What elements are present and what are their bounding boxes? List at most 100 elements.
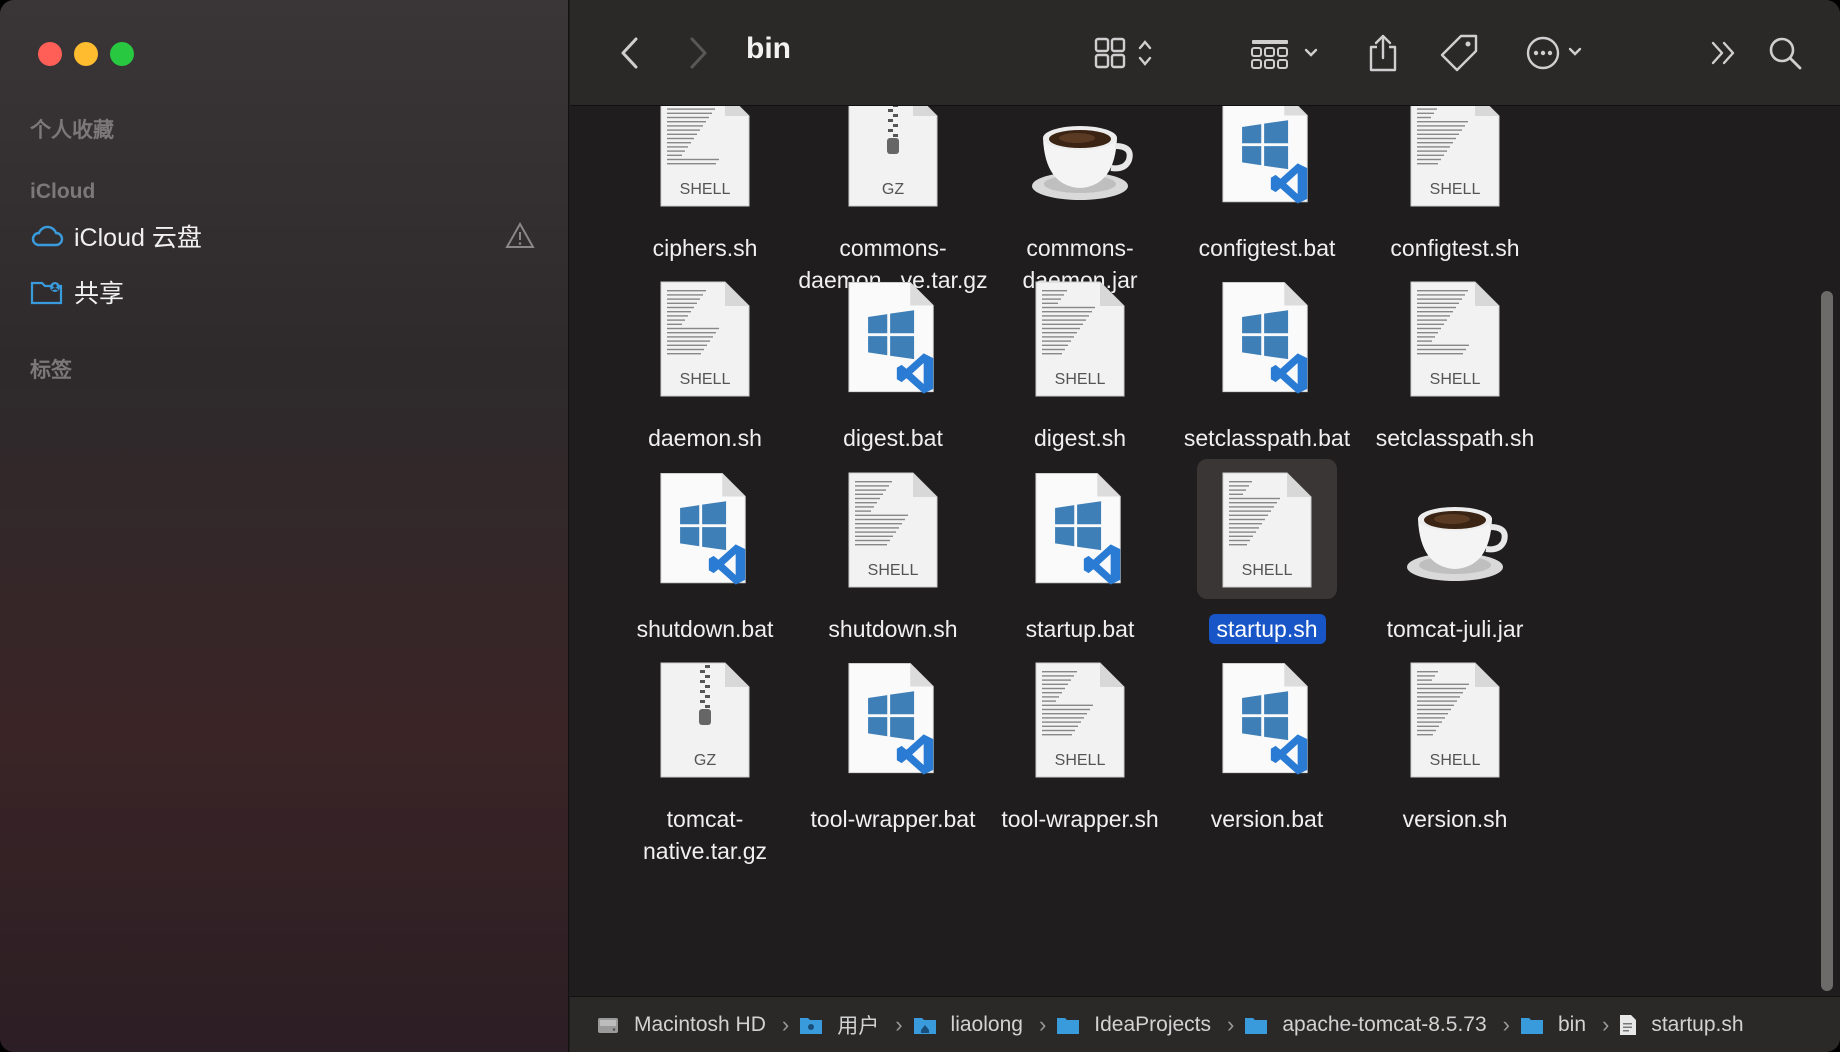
warning-icon[interactable] [505,221,535,251]
file-name-text: shutdown.bat [636,616,774,642]
windows-batch-vscode-icon [1197,649,1337,789]
shell-script-icon: SHELL [1010,268,1150,408]
windows-batch-vscode-icon [1197,268,1337,408]
file-name-text: digest.bat [843,425,943,451]
shell-script-icon: SHELL [1385,106,1525,218]
file-name: tomcat-juli.jar [1345,613,1565,645]
file-name-line: native.tar.gz [642,838,768,864]
cloud-icon [30,221,66,251]
icon-view-icon [1094,37,1152,69]
svg-text:SHELL: SHELL [1430,371,1481,388]
file-item[interactable]: SHELL startup.sh [1157,459,1377,679]
windows-batch-vscode-icon [1010,459,1150,599]
view-mode-button[interactable] [1086,28,1166,78]
breadcrumb-label: liaolong [950,1012,1023,1036]
window-controls [38,42,134,66]
file-item[interactable]: SHELL setclasspath.sh [1345,268,1565,488]
scroll-thumb[interactable] [1821,291,1833,991]
forward-button[interactable] [678,28,718,78]
file-name: configtest.bat [1157,232,1377,264]
file-item[interactable]: setclasspath.bat [1157,268,1377,488]
file-name: daemon.sh [595,422,815,454]
back-icon [621,37,638,69]
zip-archive-icon: GZ [635,649,775,789]
file-item[interactable]: version.bat [1157,649,1377,869]
svg-text:SHELL: SHELL [680,371,731,388]
breadcrumb-item[interactable]: apache-tomcat-8.5.73 [1244,1013,1487,1037]
search-button[interactable] [1762,28,1808,78]
shared-folder-icon [30,277,66,307]
shell-script-icon: SHELL [1385,268,1525,408]
sidebar-item-shared[interactable]: 共享 [30,270,535,314]
path-bar: Macintosh HD › 用户 › liaolong › IdeaProjects › ap… [570,996,1840,1052]
breadcrumb-label: Macintosh HD [634,1012,766,1036]
breadcrumb-item[interactable]: liaolong [913,1013,1023,1037]
share-icon [1369,34,1397,72]
group-by-button[interactable] [1246,28,1326,78]
file-name: tomcat-native.tar.gz [595,803,815,867]
tag-button[interactable] [1436,28,1482,78]
breadcrumb-item[interactable]: bin [1520,1013,1586,1037]
file-item[interactable]: tomcat-juli.jar [1345,459,1565,679]
shell-script-icon: SHELL [823,459,963,599]
file-name-text: tool-wrapper.bat [810,806,976,832]
share-button[interactable] [1360,28,1406,78]
file-name: shutdown.bat [595,613,815,645]
chevron-right-icon: › [1602,1011,1610,1037]
file-name: configtest.sh [1345,232,1565,264]
file-name: setclasspath.sh [1345,422,1565,454]
svg-text:GZ: GZ [882,181,904,198]
file-item[interactable]: GZ tomcat-native.tar.gz [595,649,815,869]
chevron-right-icon: › [1227,1011,1235,1037]
svg-text:SHELL: SHELL [1430,752,1481,769]
back-button[interactable] [610,28,650,78]
chevron-right-icon: › [781,1011,790,1037]
breadcrumb-label: 用户 [837,1014,880,1038]
overflow-icon [1711,41,1735,65]
windows-batch-vscode-icon [823,268,963,408]
java-coffee-cup-icon [1385,459,1525,599]
sidebar-item-icloud-drive[interactable]: iCloud 云盘 [30,214,535,258]
file-name-text: startup.bat [1025,616,1135,642]
breadcrumb-item[interactable]: 用户 [799,1010,879,1040]
more-actions-button[interactable] [1520,28,1600,78]
group-icon [1251,40,1318,69]
chevron-right-icon: › [895,1011,903,1037]
file-name-text: setclasspath.bat [1183,425,1351,451]
file-name-text: tool-wrapper.sh [1001,806,1159,832]
breadcrumb-item[interactable]: IdeaProjects [1056,1013,1211,1037]
file-name: version.bat [1157,803,1377,835]
minimize-window-button[interactable] [74,42,98,66]
zoom-window-button[interactable] [110,42,134,66]
breadcrumb-item[interactable]: startup.sh [1619,1012,1744,1037]
file-name: version.sh [1345,803,1565,835]
vertical-scrollbar[interactable] [1815,106,1840,996]
overflow-button[interactable] [1704,28,1744,78]
file-name-text: setclasspath.sh [1375,425,1535,451]
shell-script-icon: SHELL [1010,649,1150,789]
svg-text:SHELL: SHELL [1055,371,1106,388]
close-window-button[interactable] [38,42,62,66]
file-grid-area[interactable]: SHELL ciphers.sh GZ commons-daemon...ve.… [570,106,1815,996]
svg-text:SHELL: SHELL [1055,752,1106,769]
shell-script-icon: SHELL [635,106,775,218]
finder-window: 个人收藏 iCloud iCloud 云盘 共享 标签 bin SHELL ci… [0,0,1840,1052]
file-name-text: version.bat [1210,806,1324,832]
file-item[interactable]: shutdown.bat [595,459,815,679]
file-item[interactable]: SHELL version.sh [1345,649,1565,869]
shell-script-icon: SHELL [635,268,775,408]
zip-archive-icon: GZ [823,106,963,218]
search-icon [1769,37,1802,70]
shell-script-icon: SHELL [1385,649,1525,789]
svg-text:GZ: GZ [694,752,716,769]
file-item[interactable]: SHELL daemon.sh [595,268,815,488]
breadcrumb-label: bin [1557,1012,1586,1036]
breadcrumb-label: startup.sh [1651,1012,1744,1036]
home-folder-icon [913,1015,944,1035]
file-name-text: ciphers.sh [652,235,758,261]
file-name-line: tomcat- [666,806,744,832]
file-name-text: shutdown.sh [828,616,958,642]
file-name: ciphers.sh [595,232,815,264]
folder-title: bin [746,32,791,65]
breadcrumb-item[interactable]: Macintosh HD [596,1013,766,1037]
